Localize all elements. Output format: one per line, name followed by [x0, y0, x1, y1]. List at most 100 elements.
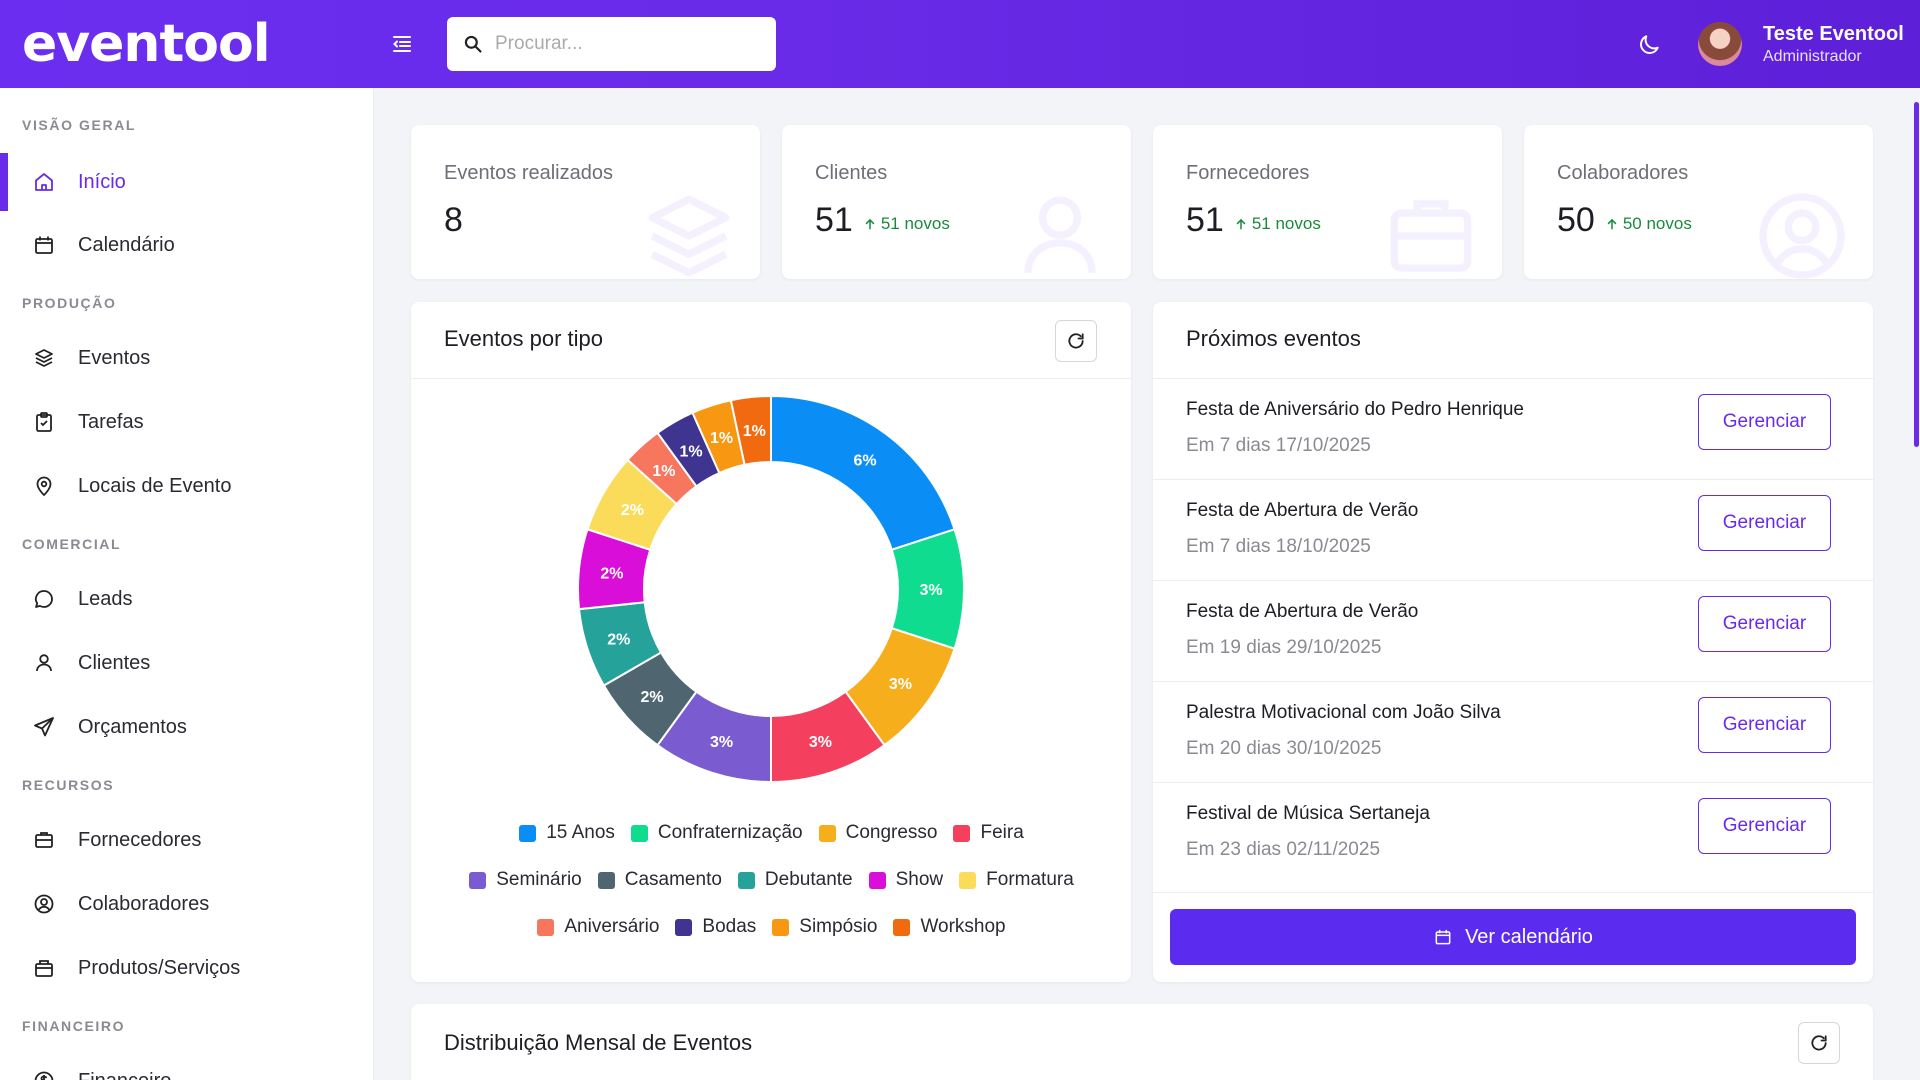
manage-button[interactable]: Gerenciar — [1698, 596, 1831, 652]
donut-slice-15-anos[interactable] — [770, 394, 956, 552]
event-row: Festa de Abertura de Verão Em 19 dias 29… — [1153, 581, 1873, 682]
top-bar: eventool Teste Eventool Administrador — [0, 0, 1920, 88]
legend-label: Debutante — [764, 869, 853, 890]
refresh-icon — [1068, 333, 1084, 349]
legend-item[interactable]: Simpósio — [772, 916, 877, 938]
event-title[interactable]: Palestra Motivacional com João Silva — [1186, 702, 1501, 724]
legend-swatch — [469, 871, 487, 889]
manage-button[interactable]: Gerenciar — [1698, 495, 1831, 551]
event-title[interactable]: Festa de Abertura de Verão — [1186, 601, 1418, 623]
legend-item[interactable]: Show — [868, 869, 944, 891]
dark-mode-moon-icon[interactable] — [1636, 32, 1662, 58]
legend-swatch — [519, 824, 537, 842]
legend-item[interactable]: Debutante — [737, 869, 853, 891]
sidebar-item-eventos[interactable]: Eventos — [0, 329, 374, 387]
legend-label: 15 Anos — [546, 822, 615, 843]
event-title[interactable]: Festa de Aniversário do Pedro Henrique — [1186, 399, 1524, 421]
sidebar-item-orcamentos[interactable]: Orçamentos — [0, 698, 374, 756]
monthly-distribution-title: Distribuição Mensal de Eventos — [444, 1030, 753, 1055]
upcoming-events-title: Próximos eventos — [1186, 326, 1361, 351]
legend-swatch — [630, 824, 648, 842]
stat-label: Fornecedores — [1186, 162, 1310, 184]
search-box — [447, 17, 776, 71]
menu-toggle-icon[interactable] — [390, 32, 414, 56]
legend-item[interactable]: Workshop — [893, 916, 1006, 938]
sidebar-item-label: Locais de Evento — [78, 474, 232, 497]
page-scrollbar[interactable] — [1914, 102, 1919, 447]
events-donut-chart: 6%3%3%3%3%2%2%2%2%1%1%1% 1% — [577, 394, 965, 784]
legend-item[interactable]: Formatura — [959, 869, 1074, 891]
sidebar-item-colaboradores[interactable]: Colaboradores — [0, 875, 374, 933]
legend-label: Show — [895, 869, 944, 890]
stat-new-badge: 50 novos — [1605, 214, 1692, 234]
sidebar-item-tarefas[interactable]: Tarefas — [0, 393, 374, 451]
user-circle-icon — [1759, 193, 1845, 279]
layers-icon — [648, 195, 730, 277]
event-title[interactable]: Festival de Música Sertaneja — [1186, 803, 1430, 825]
sidebar-item-financeiro[interactable]: Financeiro — [0, 1052, 374, 1080]
legend-swatch — [537, 918, 555, 936]
clipboard-icon — [36, 412, 52, 432]
stat-card-eventos: Eventos realizados 8 — [411, 125, 760, 279]
donut-slice-label: 2% — [607, 631, 630, 648]
view-calendar-button[interactable]: Ver calendário — [1170, 909, 1856, 965]
legend-item[interactable]: Confraternização — [630, 822, 803, 844]
manage-button[interactable]: Gerenciar — [1698, 394, 1831, 450]
legend-item[interactable]: Seminário — [469, 869, 582, 891]
donut-slice-label: 1% — [679, 443, 702, 460]
stat-value: 8 — [444, 201, 463, 239]
legend-item[interactable]: Congresso — [818, 822, 937, 844]
legend-swatch — [772, 918, 790, 936]
user-icon — [36, 654, 52, 672]
sidebar: VISÃO GERAL Início Calendário PRODUÇÃO E… — [0, 88, 374, 1080]
manage-button[interactable]: Gerenciar — [1698, 798, 1831, 854]
brand-logo[interactable]: eventool — [22, 14, 271, 74]
legend-label: Workshop — [920, 916, 1006, 937]
legend-label: Casamento — [624, 869, 722, 890]
legend-item[interactable]: 15 Anos — [519, 822, 615, 844]
search-input[interactable] — [495, 33, 755, 55]
legend-label: Confraternização — [657, 822, 803, 843]
event-date: Em 20 dias 30/10/2025 — [1186, 738, 1382, 759]
sidebar-item-inicio[interactable]: Início — [0, 153, 374, 211]
refresh-icon — [1811, 1035, 1827, 1051]
sidebar-item-locais[interactable]: Locais de Evento — [0, 457, 374, 515]
event-date: Em 7 dias 18/10/2025 — [1186, 536, 1371, 557]
sidebar-item-label: Fornecedores — [78, 828, 202, 851]
user-name[interactable]: Teste Eventool — [1763, 23, 1904, 46]
refresh-button[interactable] — [1798, 1022, 1840, 1064]
sidebar-item-fornecedores[interactable]: Fornecedores — [0, 811, 374, 869]
event-row: Festa de Aniversário do Pedro Henrique E… — [1153, 379, 1873, 480]
stat-value: 51 51 novos — [815, 201, 950, 239]
event-row: Festival de Música Sertaneja Em 23 dias … — [1153, 783, 1873, 884]
donut-slice-label: 2% — [641, 689, 664, 706]
donut-slice-label: 3% — [889, 676, 912, 693]
legend-swatch — [818, 824, 836, 842]
legend-item[interactable]: Bodas — [675, 916, 756, 938]
stat-new-badge: 51 novos — [1234, 214, 1321, 234]
card-divider — [1153, 892, 1873, 893]
sidebar-item-leads[interactable]: Leads — [0, 570, 374, 628]
legend-item[interactable]: Casamento — [597, 869, 722, 891]
event-title[interactable]: Festa de Abertura de Verão — [1186, 500, 1418, 522]
legend-label: Simpósio — [799, 916, 878, 937]
legend-swatch — [893, 918, 911, 936]
legend-swatch — [675, 918, 693, 936]
legend-item[interactable]: Feira — [953, 822, 1024, 844]
sidebar-item-calendario[interactable]: Calendário — [0, 216, 374, 274]
sidebar-item-label: Clientes — [78, 651, 151, 674]
chat-bubble-icon — [34, 590, 53, 608]
sidebar-item-label: Eventos — [78, 346, 151, 369]
manage-button[interactable]: Gerenciar — [1698, 697, 1831, 753]
layers-icon — [35, 349, 53, 367]
sidebar-item-produtos[interactable]: Produtos/Serviços — [0, 939, 374, 997]
user-avatar[interactable] — [1698, 22, 1742, 66]
refresh-button[interactable] — [1055, 320, 1097, 362]
event-date: Em 7 dias 17/10/2025 — [1186, 435, 1371, 456]
monthly-distribution-card: Distribuição Mensal de Eventos — [411, 1004, 1873, 1080]
legend-item[interactable]: Aniversário — [537, 916, 659, 938]
calendar-icon — [1435, 929, 1451, 945]
sidebar-item-clientes[interactable]: Clientes — [0, 634, 374, 692]
sidebar-item-label: Leads — [78, 587, 133, 610]
stat-value: 51 51 novos — [1186, 201, 1321, 239]
